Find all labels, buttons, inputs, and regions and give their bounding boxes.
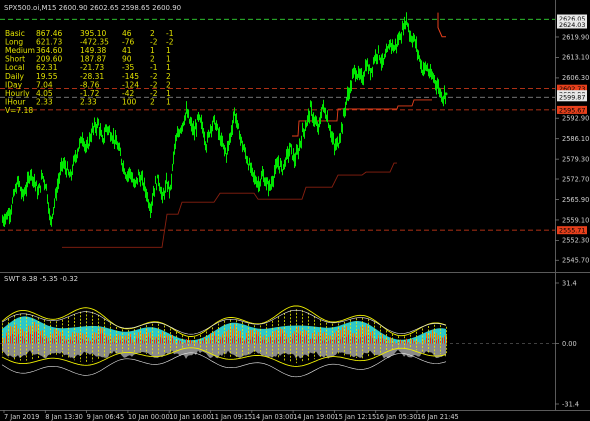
time-label: 16 Jan 05:30 [376,413,418,421]
stats-footer: V=7.18 [5,106,33,115]
time-label: 14 Jan 03:00 [252,413,294,421]
price-marker-label: 2624.03 [559,21,585,29]
price-scale-label: 2579.30 [562,156,589,164]
time-label: 7 Jan 2019 [4,413,39,421]
time-label: 10 Jan 00:00 [128,413,170,421]
price-scale-label: 2552.30 [562,237,589,245]
price-marker-label: 2595.67 [559,106,585,114]
time-label: 9 Jan 06:45 [87,413,125,421]
price-scale-label: 2559.10 [562,216,589,224]
stats-cell: 100 [122,97,137,106]
price-scale-label: 2592.90 [562,115,589,123]
price-marker-label: 2555.71 [559,227,585,235]
chart-canvas: SPX500.oi,M15 2600.90 2602.65 2598.65 26… [0,0,590,421]
time-label: 11 Jan 09:15 [211,413,253,421]
price-scale-label: 2545.70 [562,257,589,265]
indicator-title: SWT 8.38 -5.35 -0.32 [4,275,78,283]
time-label: 16 Jan 21:45 [417,413,459,421]
indicator-scale-label: 31.4 [562,279,577,287]
last-price-dot [444,92,448,96]
indicator-scale-label: 0.00 [562,340,577,348]
stats-cell: 2.33 [80,97,97,106]
price-scale-label: 2586.10 [562,135,589,143]
time-label: 14 Jan 19:00 [293,413,335,421]
indicator-scale-label: -31.4 [562,400,579,408]
time-label: 15 Jan 12:15 [334,413,376,421]
time-label: 8 Jan 13:30 [45,413,83,421]
price-scale-label: 2613.10 [562,54,589,62]
time-label: 10 Jan 16:00 [169,413,211,421]
price-scale-label: 2565.90 [562,196,589,204]
symbol-header: SPX500.oi,M15 2600.90 2602.65 2598.65 26… [4,4,181,12]
price-marker-label: 2599.87 [559,94,585,102]
price-scale-label: 2572.70 [562,175,589,183]
stats-cell: 2.33 [36,97,53,106]
stats-cell: 1 [166,97,171,106]
price-scale-label: 2619.90 [562,33,589,41]
price-scale-label: 2606.30 [562,74,589,82]
stats-cell: 2 [150,97,155,106]
